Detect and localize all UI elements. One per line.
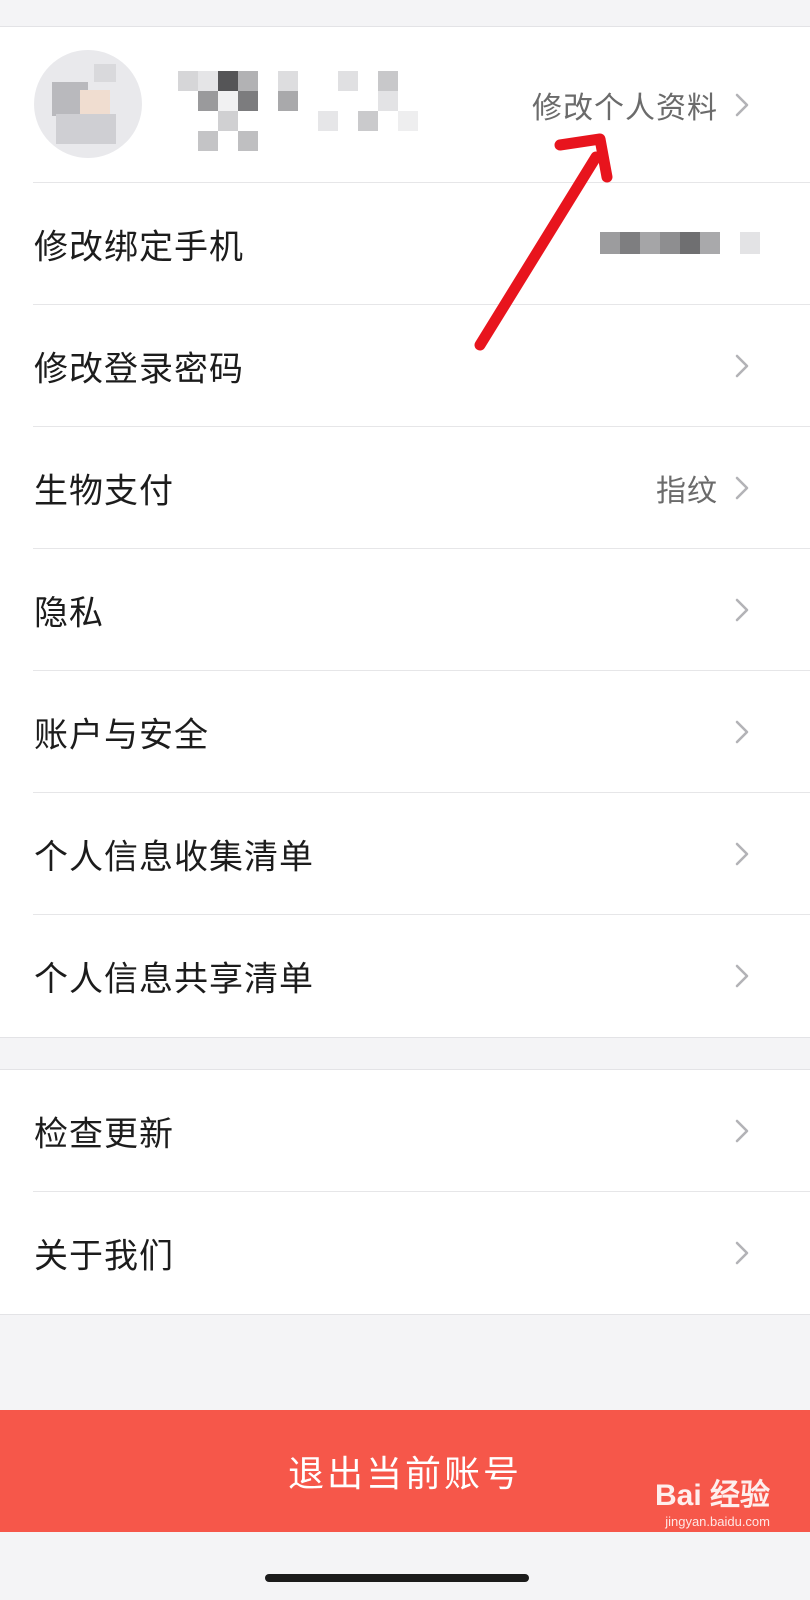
row-value: 指纹 [656,474,718,509]
watermark-brand: Bai 经验 [654,1479,770,1512]
row-info-sharing-list[interactable]: 个人信息共享清单 [0,915,810,1037]
row-privacy[interactable]: 隐私 [0,549,810,671]
phone-number-masked [600,232,770,256]
row-label: 关于我们 [34,1236,174,1277]
row-check-update[interactable]: 检查更新 [0,1070,810,1192]
row-label: 检查更新 [34,1114,174,1155]
row-label: 修改绑定手机 [34,227,244,268]
edit-profile-link[interactable]: 修改个人资料 [532,83,718,127]
row-change-password[interactable]: 修改登录密码 [0,305,810,427]
settings-card-main: 修改个人资料 修改绑定手机 修改登录密码 生物支付 指纹 隐私 账户与安全 个人… [0,26,810,1038]
profile-row[interactable]: 修改个人资料 [0,27,810,183]
chevron-right-icon [735,476,749,500]
settings-card-about: 检查更新 关于我们 [0,1069,810,1315]
row-about-us[interactable]: 关于我们 [0,1192,810,1314]
chevron-right-icon [735,1119,749,1143]
row-label: 个人信息共享清单 [34,959,314,1000]
username-masked [178,71,448,161]
chevron-right-icon [735,720,749,744]
row-change-phone[interactable]: 修改绑定手机 [0,183,810,305]
row-label: 生物支付 [34,471,174,512]
row-label: 个人信息收集清单 [34,837,314,878]
chevron-right-icon [735,842,749,866]
chevron-right-icon [735,93,749,117]
row-info-collection-list[interactable]: 个人信息收集清单 [0,793,810,915]
baidu-watermark: Bai 经验 jingyan.baidu.com [655,1470,770,1529]
watermark-url: jingyan.baidu.com [665,1514,770,1529]
avatar[interactable] [34,50,142,158]
row-label: 修改登录密码 [34,349,244,390]
chevron-right-icon [735,1241,749,1265]
row-account-security[interactable]: 账户与安全 [0,671,810,793]
home-indicator[interactable] [265,1574,529,1582]
row-label: 账户与安全 [34,715,209,756]
row-label: 隐私 [34,593,104,634]
row-biometric-pay[interactable]: 生物支付 指纹 [0,427,810,549]
chevron-right-icon [735,598,749,622]
chevron-right-icon [735,964,749,988]
chevron-right-icon [735,354,749,378]
